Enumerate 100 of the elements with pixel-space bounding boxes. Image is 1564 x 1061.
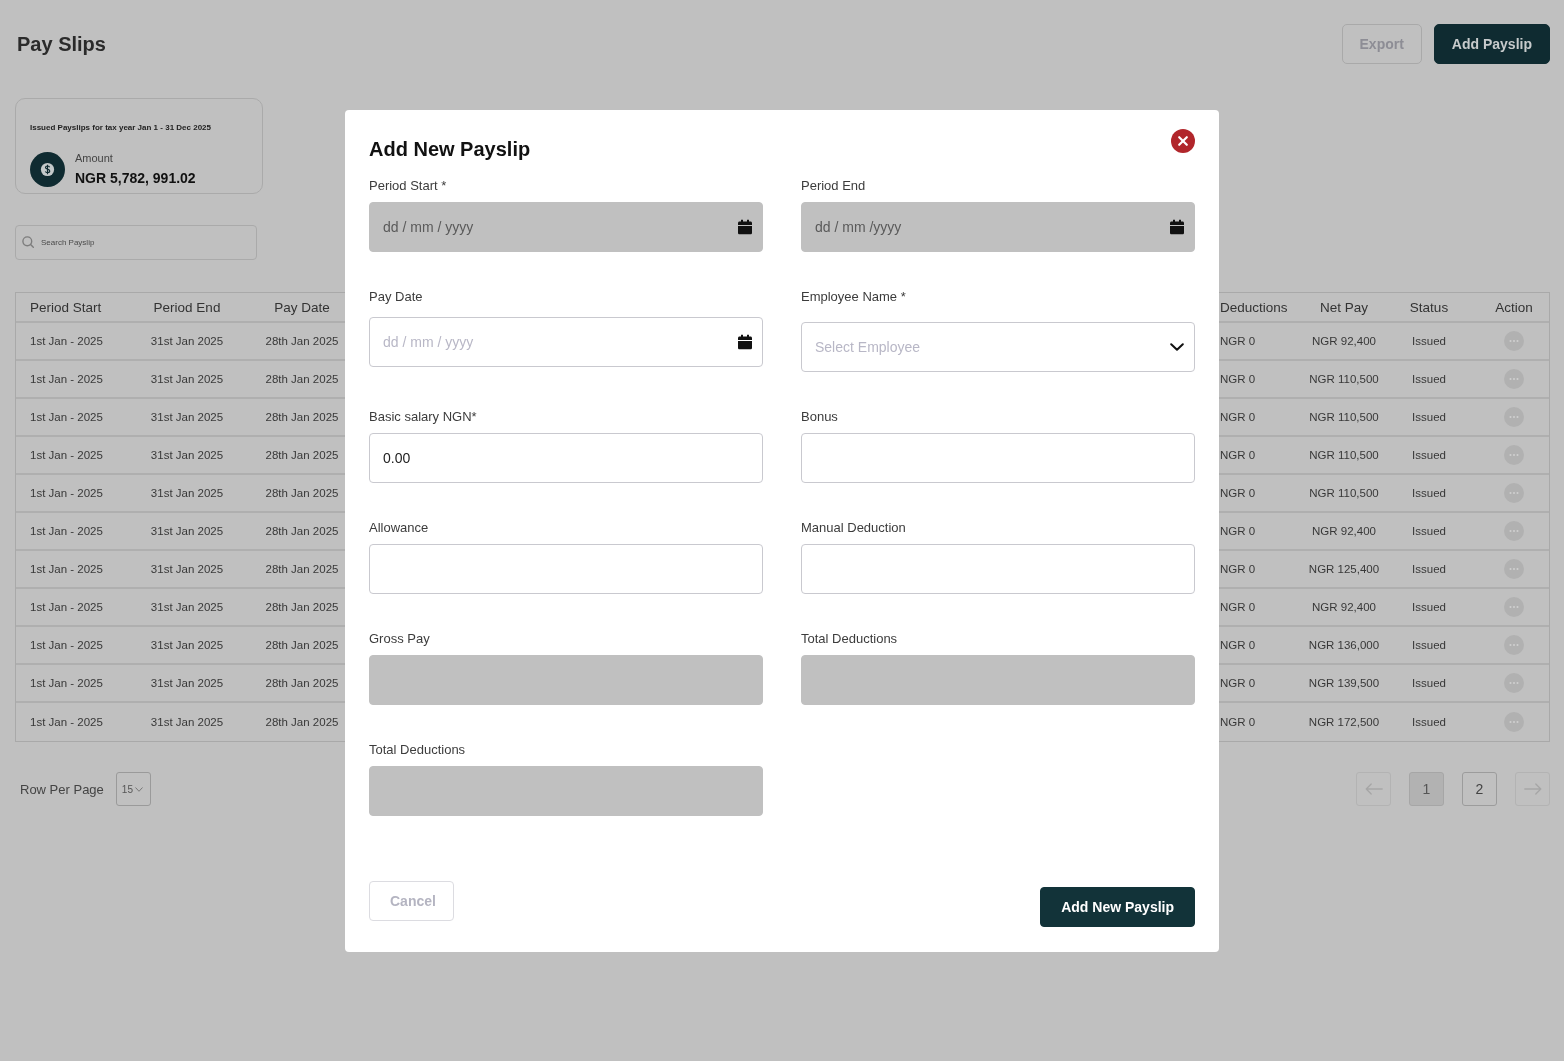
- table-cell: 31st Jan 2025: [150, 525, 224, 537]
- text-field[interactable]: [801, 433, 1195, 483]
- field-label: Period End: [801, 177, 867, 195]
- table-cell: Issued: [1412, 639, 1446, 651]
- table-cell: Issued: [1412, 487, 1446, 499]
- table-cell: 28th Jan 2025: [265, 677, 339, 689]
- more-icon[interactable]: [1504, 445, 1524, 465]
- more-icon[interactable]: [1504, 673, 1524, 693]
- table-cell: NGR 0: [1220, 601, 1256, 613]
- primary-button[interactable]: Add New Payslip: [1040, 887, 1195, 927]
- field-label: Total Deductions: [801, 630, 899, 648]
- table-cell: NGR 0: [1220, 373, 1256, 385]
- table-cell: NGR 110,500: [1309, 487, 1379, 499]
- table-cell: Issued: [1412, 563, 1446, 575]
- search-field[interactable]: Search Payslip: [15, 225, 257, 260]
- column-header: Net Pay: [1320, 299, 1368, 315]
- primary-button[interactable]: Add Payslip: [1433, 24, 1550, 64]
- more-icon[interactable]: [1504, 483, 1524, 503]
- table-cell: 31st Jan 2025: [150, 411, 224, 423]
- text-field[interactable]: [801, 544, 1195, 594]
- more-icon[interactable]: [1504, 597, 1524, 617]
- table-cell: Issued: [1412, 335, 1446, 347]
- more-icon[interactable]: [1504, 712, 1524, 732]
- table-cell: 1st Jan - 2025: [30, 601, 103, 613]
- table-cell: Issued: [1412, 373, 1446, 385]
- table-cell: 28th Jan 2025: [265, 639, 339, 651]
- calendar-icon: [738, 334, 752, 350]
- more-icon[interactable]: [1504, 369, 1524, 389]
- page-button[interactable]: 2: [1462, 772, 1497, 806]
- amount-label: Amount: [75, 151, 113, 165]
- column-header: Status: [1409, 299, 1449, 315]
- table-cell: NGR 136,000: [1308, 639, 1380, 651]
- column-header: Deductions: [1220, 299, 1288, 315]
- table-cell: 1st Jan - 2025: [30, 411, 103, 423]
- table-cell: 1st Jan - 2025: [30, 335, 103, 347]
- table-cell: NGR 110,500: [1309, 449, 1379, 461]
- page-button[interactable]: 1: [1409, 772, 1444, 806]
- table-cell: Issued: [1412, 601, 1446, 613]
- field-label: Allowance: [369, 519, 430, 537]
- column-header: Pay Date: [274, 299, 330, 315]
- table-cell: 28th Jan 2025: [265, 525, 339, 537]
- table-cell: 28th Jan 2025: [265, 373, 339, 385]
- text-field[interactable]: 0.00: [369, 433, 763, 483]
- text-field[interactable]: [369, 544, 763, 594]
- table-cell: Issued: [1412, 716, 1446, 728]
- table-cell: Issued: [1412, 449, 1446, 461]
- column-header: Action: [1495, 299, 1533, 315]
- table-cell: 31st Jan 2025: [150, 449, 224, 461]
- table-cell: 28th Jan 2025: [265, 411, 339, 423]
- table-cell: NGR 172,500: [1308, 716, 1380, 728]
- table-cell: 31st Jan 2025: [150, 639, 224, 651]
- date-field[interactable]: dd / mm / yyyy: [369, 317, 763, 367]
- more-icon[interactable]: [1504, 331, 1524, 351]
- chevron-down-icon: [1170, 343, 1184, 351]
- table-cell: NGR 92,400: [1312, 601, 1376, 613]
- arrow-left-icon: [1364, 783, 1383, 795]
- table-cell: NGR 139,500: [1308, 677, 1380, 689]
- table-cell: 31st Jan 2025: [150, 335, 224, 347]
- table-cell: NGR 110,500: [1309, 411, 1379, 423]
- table-cell: NGR 0: [1220, 677, 1256, 689]
- field-label: Period Start *: [369, 177, 448, 195]
- table-cell: 31st Jan 2025: [150, 487, 224, 499]
- rows-per-page-select[interactable]: 15: [115, 772, 151, 806]
- calendar-icon: [1170, 219, 1184, 235]
- table-cell: 28th Jan 2025: [265, 563, 339, 575]
- table-cell: NGR 0: [1220, 639, 1256, 651]
- chevron-down-icon: [134, 786, 143, 792]
- table-cell: NGR 0: [1220, 563, 1256, 575]
- table-cell: 31st Jan 2025: [150, 563, 224, 575]
- more-icon[interactable]: [1504, 559, 1524, 579]
- field-label: Basic salary NGN*: [369, 408, 478, 426]
- field-label: Gross Pay: [369, 630, 431, 648]
- table-cell: 1st Jan - 2025: [30, 449, 103, 461]
- card-title: Issued Payslips for tax year Jan 1 - 31 Dec 2025: [30, 123, 211, 133]
- page-title: Pay Slips: [17, 32, 106, 56]
- table-cell: NGR 0: [1220, 449, 1256, 461]
- field-label: Bonus: [801, 408, 839, 426]
- more-icon[interactable]: [1504, 407, 1524, 427]
- table-cell: NGR 0: [1220, 487, 1256, 499]
- calendar-icon: [738, 219, 752, 235]
- arrow-right-icon: [1523, 783, 1542, 795]
- table-cell: 28th Jan 2025: [265, 335, 339, 347]
- search-icon: [22, 236, 34, 248]
- next-page-button[interactable]: [1515, 772, 1550, 806]
- table-cell: 1st Jan - 2025: [30, 639, 103, 651]
- close-icon[interactable]: [1171, 129, 1195, 153]
- field-label: Pay Date: [369, 288, 424, 306]
- table-cell: NGR 92,400: [1312, 335, 1376, 347]
- table-cell: 1st Jan - 2025: [30, 373, 103, 385]
- table-cell: NGR 0: [1220, 335, 1256, 347]
- table-cell: Issued: [1412, 677, 1446, 689]
- table-cell: NGR 110,500: [1309, 373, 1379, 385]
- table-cell: 31st Jan 2025: [150, 373, 224, 385]
- table-cell: NGR 0: [1220, 525, 1256, 537]
- previous-page-button[interactable]: [1356, 772, 1391, 806]
- more-icon[interactable]: [1504, 521, 1524, 541]
- table-cell: 28th Jan 2025: [265, 487, 339, 499]
- table-cell: 1st Jan - 2025: [30, 677, 103, 689]
- more-icon[interactable]: [1504, 635, 1524, 655]
- dollar-coin-icon: [30, 151, 65, 187]
